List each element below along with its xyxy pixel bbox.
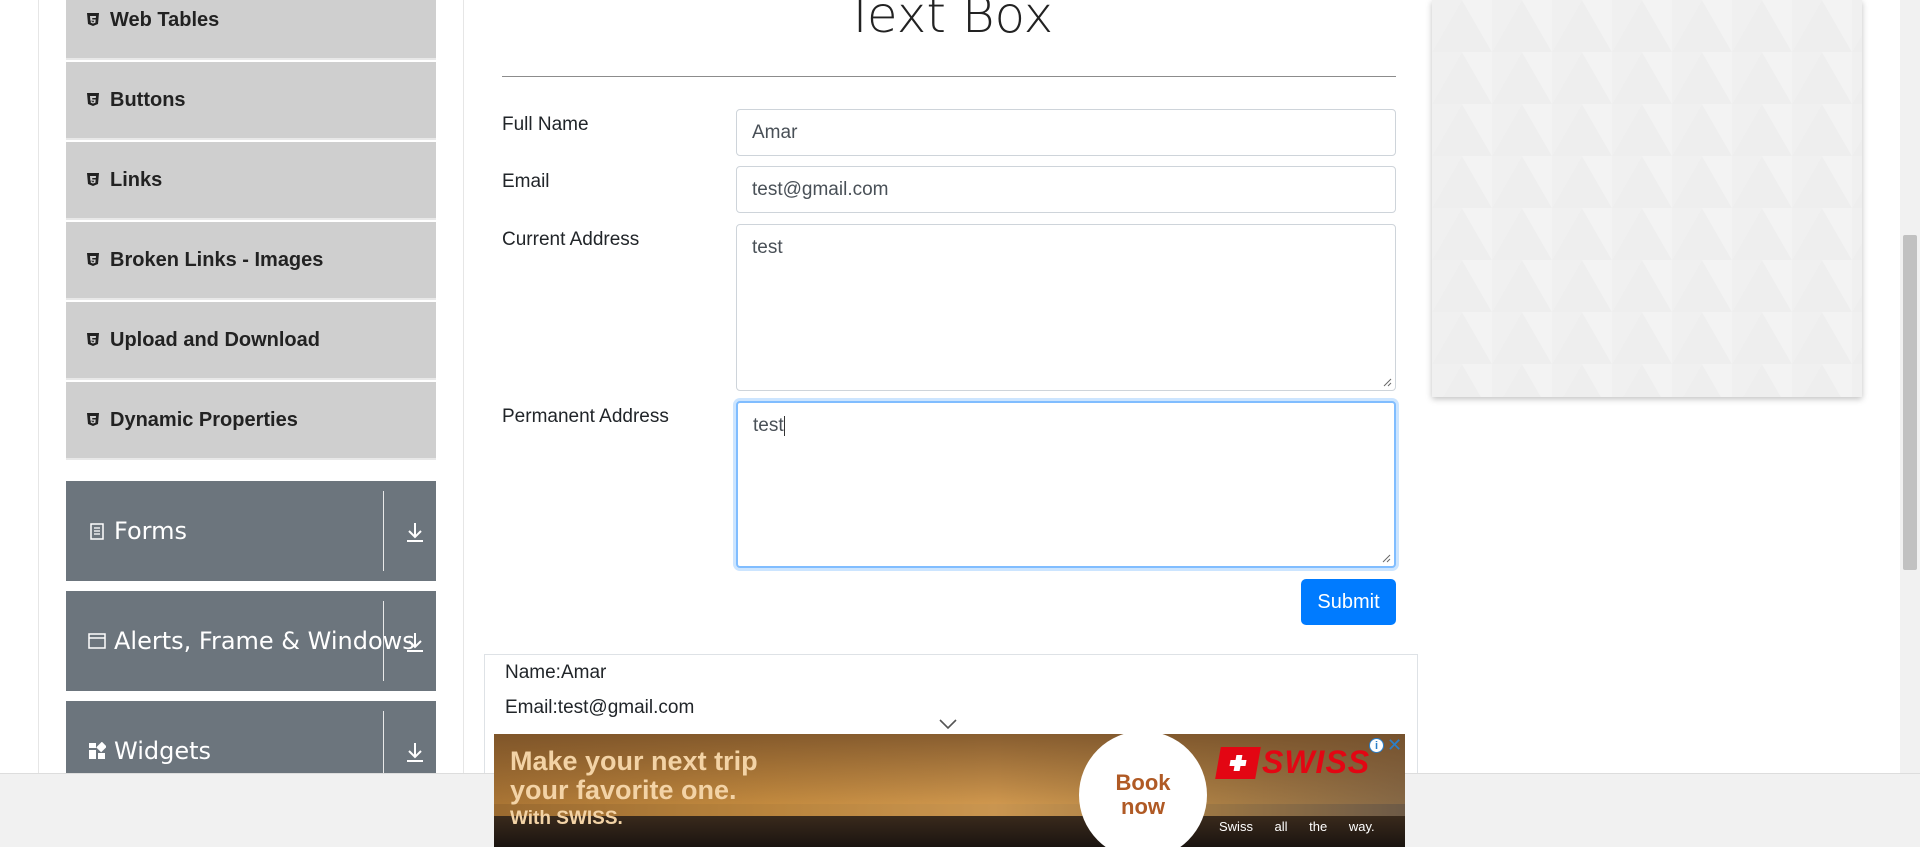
group-title: Widgets: [114, 737, 212, 765]
chevron-down-icon[interactable]: [938, 718, 958, 730]
download-icon[interactable]: [404, 521, 426, 543]
swiss-brand-text: SWISS: [1262, 744, 1371, 780]
html5-icon: [86, 252, 100, 268]
ad-info-icon[interactable]: i: [1369, 738, 1384, 753]
ad-close-icon[interactable]: ✕: [1387, 735, 1402, 756]
current-address-label: Current Address: [502, 229, 640, 250]
sidebar: Web Tables Buttons Links Broken Links - …: [38, 0, 464, 801]
swiss-logo: SWISS: [1215, 744, 1371, 781]
html5-icon: [86, 172, 100, 188]
resize-handle-icon[interactable]: [1383, 378, 1392, 387]
sidebar-item-links[interactable]: Links: [66, 142, 436, 220]
window-icon: [88, 632, 106, 650]
group-title: Forms: [114, 517, 187, 545]
download-icon[interactable]: [404, 631, 426, 653]
submit-button[interactable]: Submit: [1301, 579, 1396, 625]
output-email: Email:test@gmail.com: [505, 697, 695, 718]
sidebar-item-upload-download[interactable]: Upload and Download: [66, 302, 436, 380]
full-name-label: Full Name: [502, 114, 589, 135]
page-title: Text Box: [844, 0, 1054, 44]
banner-subline: With SWISS.: [510, 808, 623, 829]
sidebar-item-label: Links: [110, 168, 163, 191]
book-now-button[interactable]: Book now: [1079, 734, 1207, 847]
permanent-address-label: Permanent Address: [502, 406, 669, 427]
side-ad-panel: [1432, 0, 1862, 397]
document-icon: [88, 522, 106, 540]
full-name-input[interactable]: Amar: [736, 109, 1396, 156]
download-icon[interactable]: [404, 741, 426, 763]
html5-icon: [86, 412, 100, 428]
sidebar-item-web-tables[interactable]: Web Tables: [66, 0, 436, 60]
sidebar-group-forms[interactable]: Forms: [66, 481, 436, 581]
html5-icon: [86, 332, 100, 348]
sidebar-item-label: Broken Links - Images: [110, 248, 324, 271]
text-cursor: [783, 415, 785, 436]
html5-icon: [86, 92, 100, 108]
email-input[interactable]: test@gmail.com: [736, 166, 1396, 213]
sidebar-item-broken-links[interactable]: Broken Links - Images: [66, 222, 436, 300]
book-label-1: Book: [1115, 769, 1171, 795]
sidebar-item-dynamic-properties[interactable]: Dynamic Properties: [66, 382, 436, 460]
resize-handle-icon[interactable]: [1382, 554, 1391, 563]
sidebar-item-label: Buttons: [110, 88, 186, 111]
sidebar-item-label: Upload and Download: [110, 328, 320, 351]
group-divider: [383, 491, 384, 571]
permanent-address-value: test: [753, 415, 784, 436]
title-divider: [502, 76, 1396, 77]
scrollbar-thumb[interactable]: [1903, 235, 1917, 570]
email-label: Email: [502, 171, 550, 192]
html5-icon: [86, 12, 100, 28]
sidebar-item-buttons[interactable]: Buttons: [66, 62, 436, 140]
banner-headline-2: your favorite one.: [510, 775, 737, 805]
book-label-2: now: [1121, 794, 1165, 819]
main-content: Text Box Full Name Amar Email test@gmail…: [484, 0, 1418, 794]
group-divider: [383, 601, 384, 681]
sidebar-group-alerts[interactable]: Alerts, Frame & Windows: [66, 591, 436, 691]
output-name: Name:Amar: [505, 662, 607, 683]
current-address-value: test: [752, 237, 783, 258]
permanent-address-textarea[interactable]: test: [736, 401, 1396, 568]
sidebar-item-label: Web Tables: [110, 8, 220, 31]
group-title: Alerts, Frame & Windows: [114, 627, 415, 655]
banner-headline-1: Make your next trip: [510, 746, 758, 776]
widgets-icon: [88, 742, 106, 760]
swiss-cross-icon: [1215, 746, 1261, 779]
sidebar-item-label: Dynamic Properties: [110, 408, 298, 431]
swiss-ad-banner[interactable]: Make your next trip your favorite one. W…: [494, 734, 1405, 847]
banner-tagline: Swiss all the way.: [1219, 819, 1375, 834]
current-address-textarea[interactable]: test: [736, 224, 1396, 391]
